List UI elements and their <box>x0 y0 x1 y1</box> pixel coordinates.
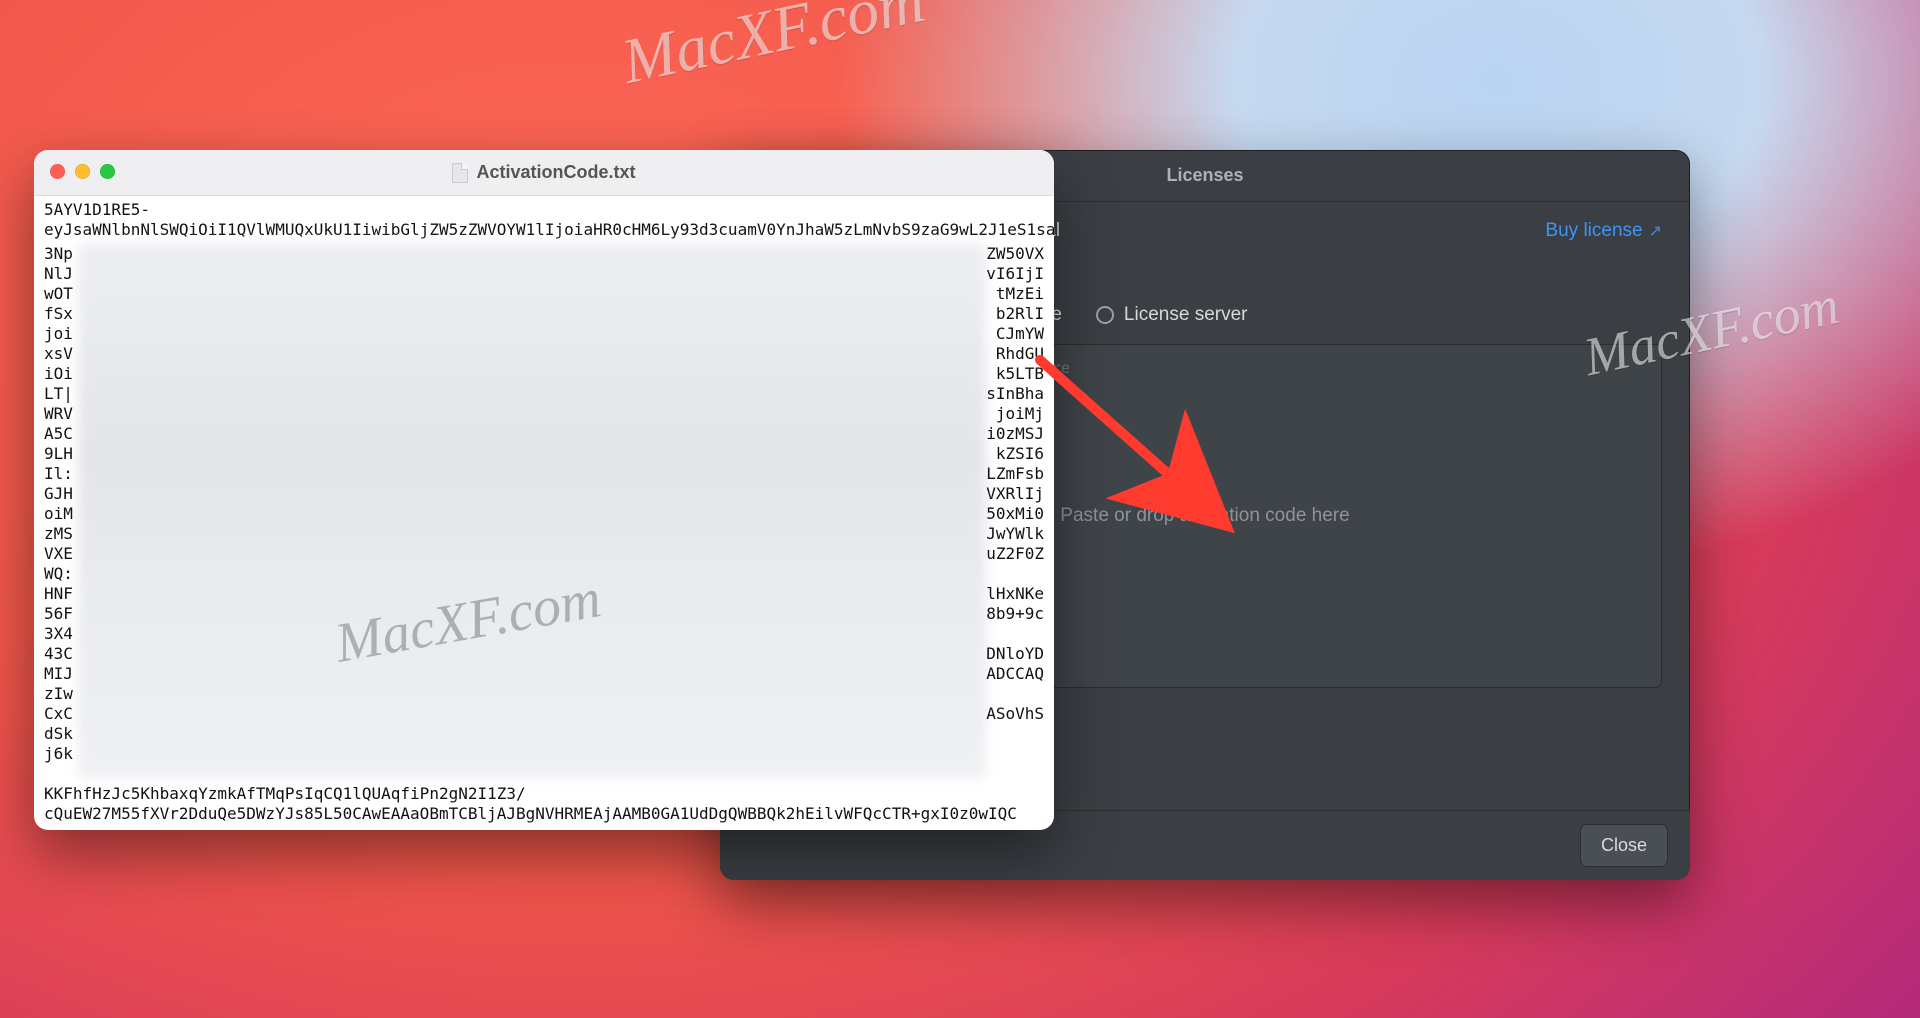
text-editor-window: ActivationCode.txt 5AYV1D1RE5- eyJsaWNlb… <box>34 150 1054 830</box>
code-right-fragments: ZW50VX vI6IjI tMzEi b2RlI CJmYW RhdGU k5… <box>986 244 1044 778</box>
window-controls <box>50 164 115 179</box>
close-button[interactable]: Close <box>1580 824 1668 867</box>
watermark-top: MacXF.com <box>616 0 931 99</box>
document-title: ActivationCode.txt <box>452 162 635 183</box>
radio-license-server[interactable]: License server <box>1096 304 1248 326</box>
radio-license-server-label: License server <box>1124 304 1248 326</box>
text-titlebar: ActivationCode.txt <box>34 150 1054 196</box>
text-editor-content[interactable]: 5AYV1D1RE5- eyJsaWNlbnNlSWQiOiI1QVlWMUQx… <box>34 196 1054 830</box>
external-link-icon: ↗ <box>1649 221 1662 241</box>
radio-dot-icon <box>1096 306 1114 324</box>
document-filename: ActivationCode.txt <box>476 162 635 183</box>
activation-code-line-bottom-2: cQuEW27M55fXVr2DduQe5DWzYJs85L50CAwEAAaO… <box>44 804 1044 824</box>
code-left-fragments: 3Np NlJ wOT fSx joi xsV iOi LT| WRV A5C … <box>44 244 73 778</box>
minimize-icon[interactable] <box>75 164 90 179</box>
buy-license-label: Buy license <box>1545 220 1642 242</box>
licenses-title: Licenses <box>1166 165 1243 186</box>
activation-code-line-bottom-1: KKFhfHzJc5KhbaxqYzmkAfTMqPsIqCQ1lQUAqfiP… <box>44 784 1044 804</box>
close-icon[interactable] <box>50 164 65 179</box>
document-icon <box>452 163 468 183</box>
activation-code-line-1: 5AYV1D1RE5- <box>44 200 1044 220</box>
desktop-background: MacXF.com Licenses Activate PyCharm Star… <box>0 0 1920 1018</box>
maximize-icon[interactable] <box>100 164 115 179</box>
buy-license-link[interactable]: Buy license ↗ <box>1545 220 1662 242</box>
blurred-code-region <box>78 244 986 778</box>
activation-code-line-2: eyJsaWNlbnNlSWQiOiI1QVlWMUQxUkU1IiwibGlj… <box>44 220 1044 240</box>
